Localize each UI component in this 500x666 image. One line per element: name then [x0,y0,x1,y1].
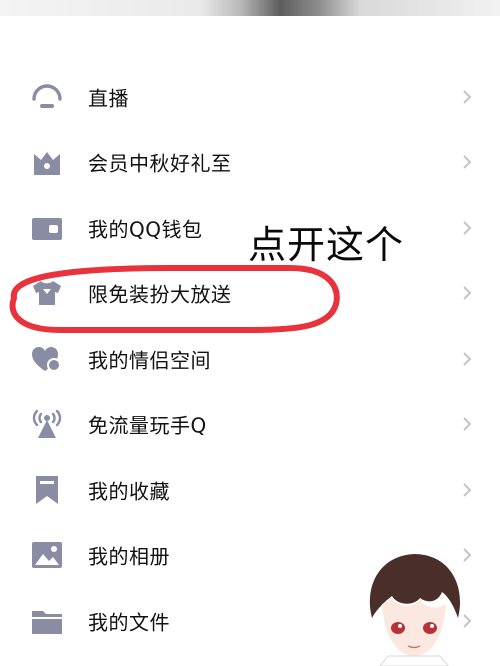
chevron-right-icon [460,88,474,106]
chevron-right-icon [460,153,474,171]
menu-item-vip-gift[interactable]: 会员中秋好礼至 [0,130,500,196]
vip-crown-icon [29,144,65,180]
annotation-label: 点开这个 [248,223,405,267]
menu-item-free-dress[interactable]: 限免装扮大放送 [0,261,500,327]
folder-icon [29,603,65,639]
menu-item-label: 我的收藏 [88,479,170,504]
menu-item-favorites[interactable]: 我的收藏 [0,457,500,523]
menu-item-label: 免流量玩手Q [88,413,207,438]
chevron-right-icon [460,219,474,237]
chevron-right-icon [460,481,474,499]
chevron-right-icon [460,284,474,302]
avatar [369,554,461,666]
couple-hearts-icon [29,341,65,377]
photo-album-icon [29,537,65,573]
header-photo-strip [0,0,500,16]
menu-item-couple-space[interactable]: 我的情侣空间 [0,326,500,392]
menu-item-label: 限免装扮大放送 [88,282,232,307]
menu-item-label: 会员中秋好礼至 [88,151,232,176]
bookmark-icon [29,472,65,508]
menu-item-label: 我的文件 [88,610,170,635]
menu-item-label: 我的QQ钱包 [88,217,203,242]
menu-item-label: 我的情侣空间 [88,348,211,373]
chevron-right-icon [460,415,474,433]
live-broadcast-icon [29,79,65,115]
menu-item-label: 我的相册 [88,544,170,569]
menu-item-live[interactable]: 直播 [0,64,500,130]
tshirt-icon [29,275,65,311]
chevron-right-icon [460,350,474,368]
wallet-icon [29,210,65,246]
menu-item-free-data[interactable]: 免流量玩手Q [0,392,500,458]
menu-item-label: 直播 [88,86,129,111]
signal-tower-icon [29,406,65,442]
